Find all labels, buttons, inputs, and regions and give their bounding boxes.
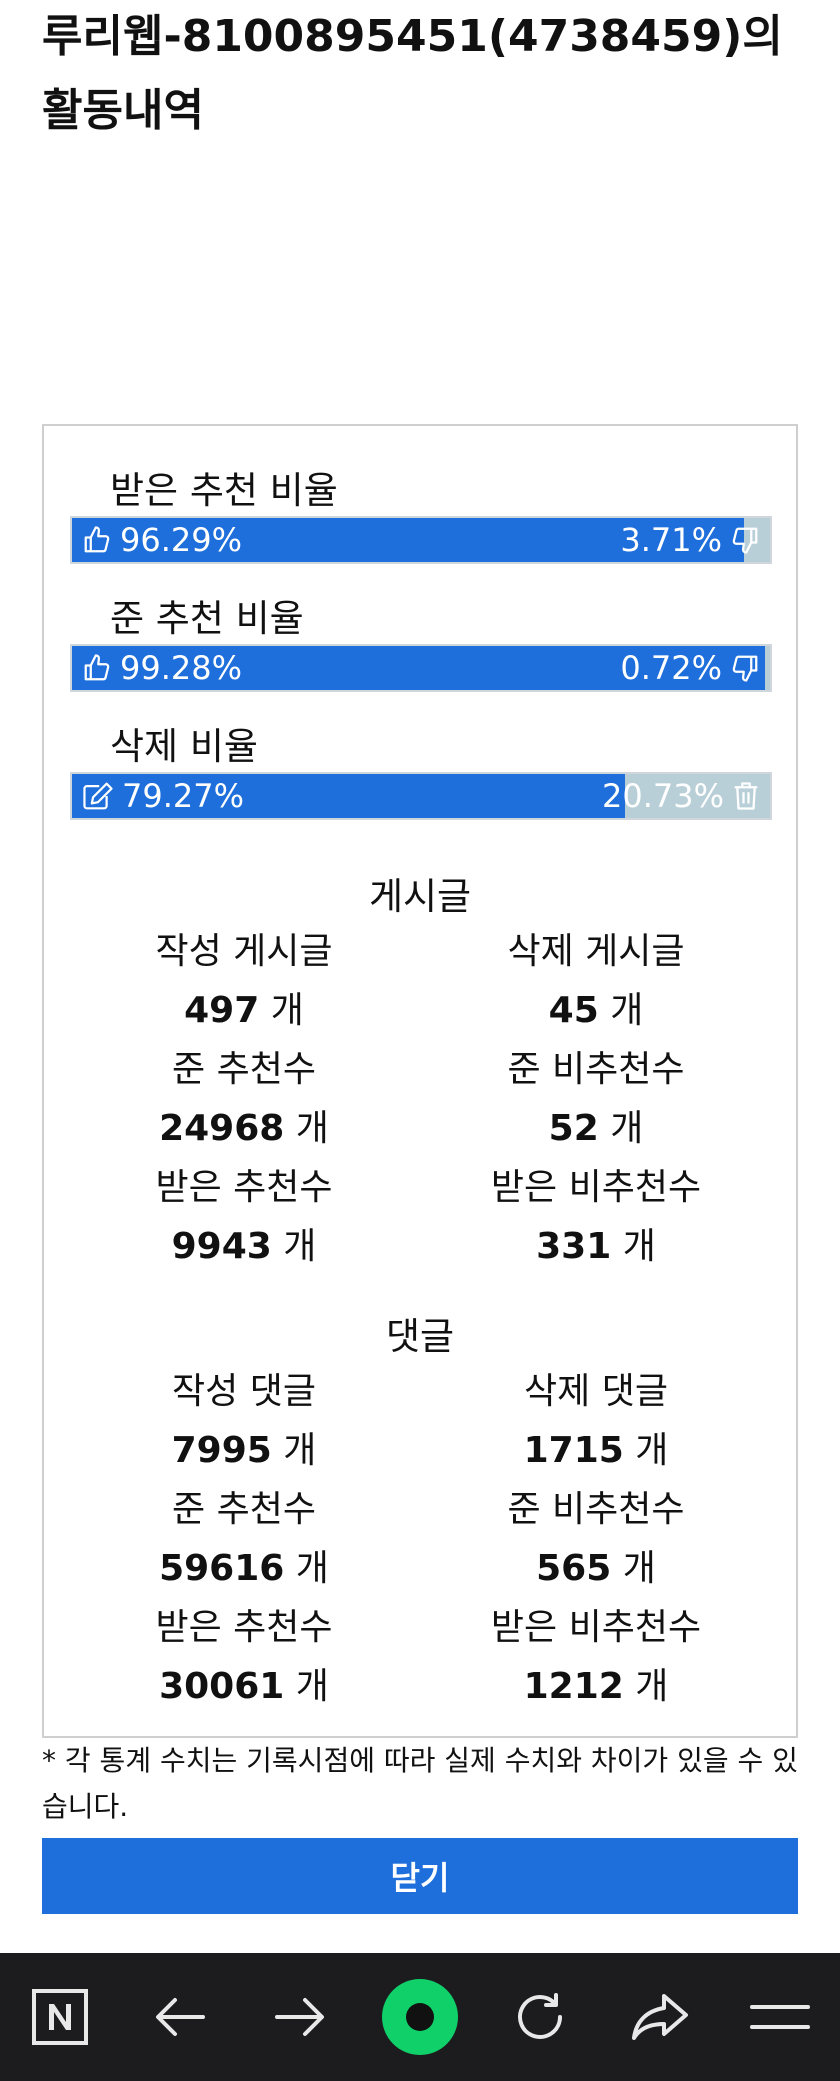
- forward-arrow-icon: [275, 1998, 324, 2036]
- naver-n-icon: [32, 1989, 88, 2045]
- comments-received-down-stat: 받은 비추천수 1212 개: [446, 1604, 746, 1722]
- posts-received-down-value: 331: [536, 1226, 612, 1267]
- comments-received-down-value: 1212: [523, 1666, 624, 1707]
- comments-written-stat: 작성 댓글 7995 개: [94, 1368, 394, 1486]
- comments-received-up-label: 받은 추천수: [155, 1607, 333, 1648]
- comments-section-title: 댓글: [385, 1315, 455, 1358]
- given-ratio-label: 준 추천 비율: [110, 597, 304, 640]
- back-arrow-icon: [156, 1998, 205, 2036]
- forward-button[interactable]: [260, 1977, 340, 2057]
- given-up-percent: 99.28%: [120, 649, 243, 687]
- posts-given-down-value: 52: [548, 1108, 599, 1149]
- posts-given-down-label: 준 비추천수: [507, 1049, 685, 1090]
- thumbs-up-icon: [84, 654, 110, 681]
- posts-deleted-stat: 삭제 게시글 45 개: [446, 928, 746, 1046]
- page-title: 루리웹-8100895451(4738459)의 활동내역: [42, 11, 783, 136]
- posts-written-stat: 작성 게시글 497 개: [94, 928, 394, 1046]
- green-dot-icon: [382, 1979, 458, 2055]
- unit-label: 개: [283, 1226, 317, 1267]
- unit-label: 개: [635, 1430, 669, 1471]
- browser-navbar: [0, 1953, 840, 2081]
- naver-home-button[interactable]: [20, 1977, 100, 2057]
- comments-given-down-value: 565: [536, 1548, 612, 1589]
- refresh-icon: [518, 1993, 562, 2039]
- menu-icon: [750, 2005, 810, 2029]
- deleted-kept-percent: 79.27%: [122, 777, 245, 815]
- unit-label: 개: [295, 1666, 329, 1707]
- share-icon: [632, 1994, 688, 2040]
- comments-written-value: 7995: [171, 1430, 272, 1471]
- posts-given-up-value: 24968: [159, 1108, 285, 1149]
- received-down-percent: 3.71%: [620, 521, 722, 559]
- deleted-ratio-bar: 79.27% 20.73%: [70, 772, 772, 820]
- unit-label: 개: [610, 1108, 644, 1149]
- posts-written-value: 497: [184, 990, 260, 1031]
- posts-received-down-label: 받은 비추천수: [490, 1167, 702, 1208]
- disclaimer-note: * 각 통계 수치는 기록시점에 따라 실제 수치와 차이가 있을 수 있습니다…: [42, 1744, 798, 1823]
- posts-deleted-value: 45: [548, 990, 599, 1031]
- unit-label: 개: [295, 1548, 329, 1589]
- unit-label: 개: [295, 1108, 329, 1149]
- posts-received-up-value: 9943: [171, 1226, 272, 1267]
- given-ratio-bar: 99.28% 0.72%: [70, 644, 772, 692]
- comments-given-up-label: 준 추천수: [172, 1489, 316, 1530]
- received-ratio-bar: 96.29% 3.71%: [70, 516, 772, 564]
- trash-icon: [734, 782, 758, 810]
- deleted-percent: 20.73%: [601, 777, 724, 815]
- comments-given-down-stat: 준 비추천수 565 개: [446, 1486, 746, 1604]
- comments-deleted-stat: 삭제 댓글 1715 개: [446, 1368, 746, 1486]
- received-ratio-label: 받은 추천 비율: [110, 469, 338, 512]
- comments-received-up-value: 30061: [159, 1666, 285, 1707]
- share-button[interactable]: [620, 1977, 700, 2057]
- unit-label: 개: [610, 990, 644, 1031]
- received-up-percent: 96.29%: [120, 521, 243, 559]
- thumbs-down-icon: [732, 655, 758, 682]
- unit-label: 개: [270, 990, 304, 1031]
- menu-button[interactable]: [740, 1977, 820, 2057]
- activity-panel: 받은 추천 비율 96.29% 3.71% 준 추천 비율 99.28% 0.7…: [42, 424, 798, 1738]
- green-dot-button[interactable]: [380, 1977, 460, 2057]
- refresh-button[interactable]: [500, 1977, 580, 2057]
- posts-given-up-stat: 준 추천수 24968 개: [94, 1046, 394, 1164]
- comments-written-label: 작성 댓글: [172, 1371, 316, 1412]
- deleted-ratio-label: 삭제 비율: [110, 725, 258, 768]
- comments-deleted-label: 삭제 댓글: [524, 1371, 668, 1412]
- comments-deleted-value: 1715: [523, 1430, 624, 1471]
- close-button[interactable]: 닫기: [42, 1838, 798, 1914]
- posts-received-down-stat: 받은 비추천수 331 개: [446, 1164, 746, 1282]
- comments-received-down-label: 받은 비추천수: [490, 1607, 702, 1648]
- back-button[interactable]: [140, 1977, 220, 2057]
- unit-label: 개: [622, 1548, 656, 1589]
- edit-icon: [83, 782, 113, 810]
- thumbs-down-icon: [732, 527, 758, 554]
- thumbs-up-icon: [84, 526, 110, 553]
- posts-section-title: 게시글: [368, 875, 472, 918]
- posts-deleted-label: 삭제 게시글: [507, 931, 685, 972]
- posts-written-label: 작성 게시글: [155, 931, 333, 972]
- unit-label: 개: [635, 1666, 669, 1707]
- posts-given-down-stat: 준 비추천수 52 개: [446, 1046, 746, 1164]
- unit-label: 개: [622, 1226, 656, 1267]
- posts-received-up-label: 받은 추천수: [155, 1167, 333, 1208]
- posts-given-up-label: 준 추천수: [172, 1049, 316, 1090]
- comments-given-up-stat: 준 추천수 59616 개: [94, 1486, 394, 1604]
- posts-received-up-stat: 받은 추천수 9943 개: [94, 1164, 394, 1282]
- comments-given-down-label: 준 비추천수: [507, 1489, 685, 1530]
- comments-given-up-value: 59616: [159, 1548, 285, 1589]
- unit-label: 개: [283, 1430, 317, 1471]
- comments-received-up-stat: 받은 추천수 30061 개: [94, 1604, 394, 1722]
- given-down-percent: 0.72%: [620, 649, 722, 687]
